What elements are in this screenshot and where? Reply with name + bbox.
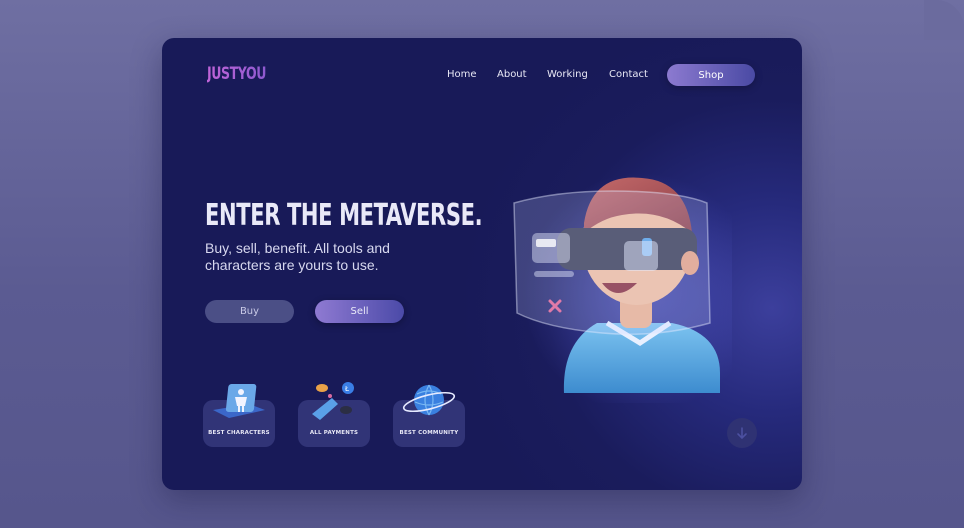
nav-working[interactable]: Working xyxy=(547,69,588,80)
nav-home[interactable]: Home xyxy=(447,69,477,80)
shop-button[interactable]: Shop xyxy=(667,64,755,86)
sell-button[interactable]: Sell xyxy=(315,300,404,323)
buy-button[interactable]: Buy xyxy=(205,300,294,323)
nav-about[interactable]: About xyxy=(497,69,527,80)
feature-label: BEST CHARACTERS xyxy=(208,430,270,436)
brand-logo[interactable]: JUSTYOU xyxy=(207,64,266,84)
nav-contact[interactable]: Contact xyxy=(609,69,648,80)
globe-icon xyxy=(402,384,456,416)
character-icon xyxy=(213,384,265,418)
svg-text:Ł: Ł xyxy=(344,385,349,393)
feature-all-payments[interactable]: Ł ALL PAYMENTS xyxy=(298,382,370,447)
payment-icon: Ł xyxy=(312,382,354,420)
hero-title: ENTER THE METAVERSE. xyxy=(205,198,483,233)
feature-best-community[interactable]: BEST COMMUNITY xyxy=(393,384,465,447)
frame-corner xyxy=(924,0,964,40)
feature-label: ALL PAYMENTS xyxy=(309,430,359,436)
hero-subtitle: Buy, sell, benefit. All tools and charac… xyxy=(205,240,390,273)
feature-label: BEST COMMUNITY xyxy=(399,430,459,436)
arrow-down-icon xyxy=(737,427,747,440)
landing-card: JUSTYOU Home About Working Contact Shop … xyxy=(162,38,802,490)
scroll-down-button[interactable] xyxy=(727,418,757,448)
vr-character-illustration xyxy=(513,173,732,403)
feature-best-characters[interactable]: BEST CHARACTERS xyxy=(203,384,275,447)
